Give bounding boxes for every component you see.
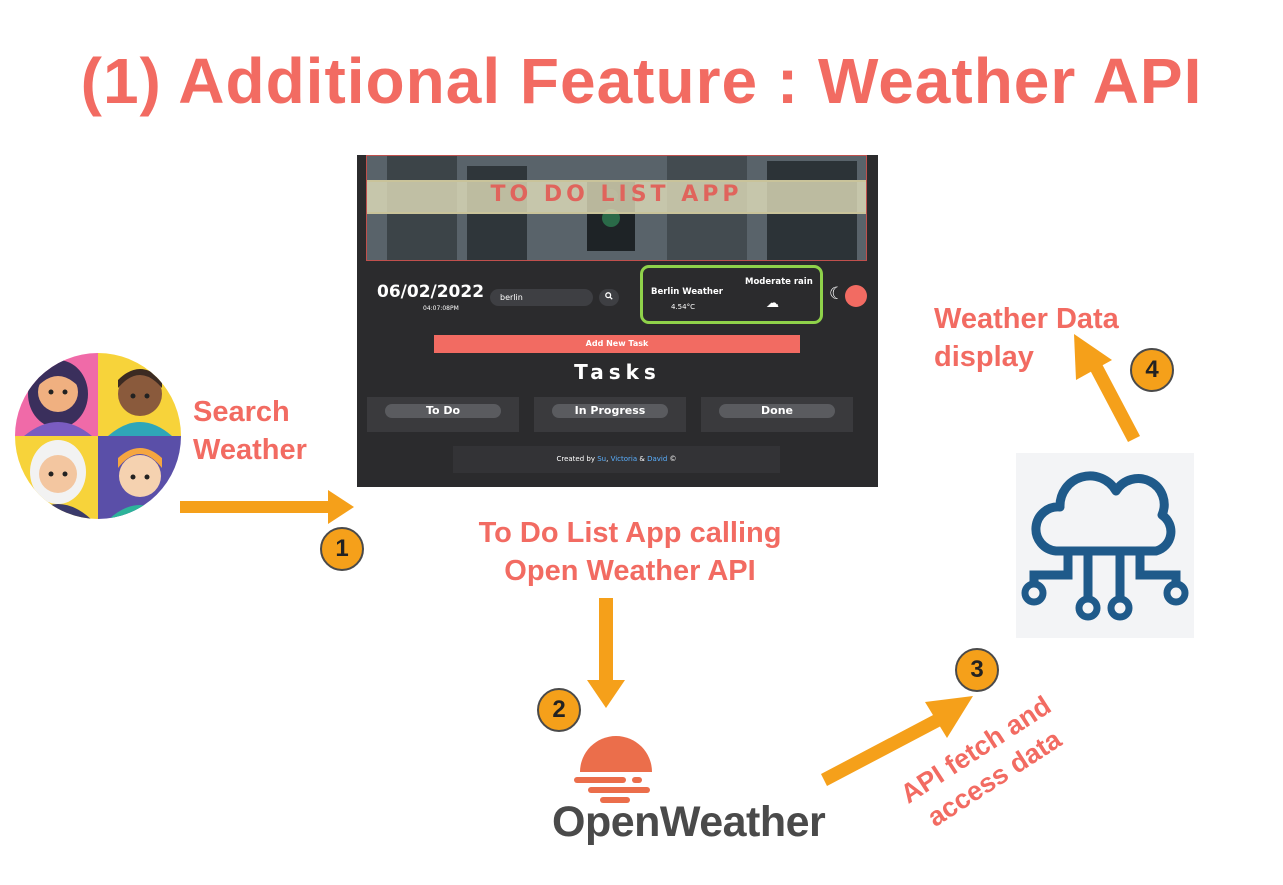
weather-condition: Moderate rain xyxy=(745,277,813,287)
column-in-progress: In Progress xyxy=(534,397,686,432)
column-todo-label: To Do xyxy=(385,404,501,418)
weather-temp: 4.54°C xyxy=(671,303,695,311)
weather-city: Berlin Weather xyxy=(651,287,723,297)
app-banner: TO DO LIST APP xyxy=(366,155,867,261)
page-title: (1) Additional Feature : Weather API xyxy=(80,45,1203,117)
column-todo: To Do xyxy=(367,397,519,432)
step-badge-3: 3 xyxy=(955,648,999,692)
user-avatars-icon xyxy=(15,353,181,519)
current-time: 04:07:08PM xyxy=(423,305,459,312)
cloud-network-icon xyxy=(1021,471,1189,621)
column-in-progress-label: In Progress xyxy=(552,404,668,418)
cloud-icon: ☁ xyxy=(766,295,779,310)
arrow-to-app xyxy=(180,490,354,524)
tasks-heading: Tasks xyxy=(574,360,661,384)
add-task-button[interactable]: Add New Task xyxy=(434,335,800,353)
footer-link-su[interactable]: Su xyxy=(597,455,606,463)
step-badge-2: 2 xyxy=(537,688,581,732)
arrow-to-openweather xyxy=(587,598,625,708)
openweather-logo-text: OpenWeather xyxy=(552,798,826,846)
step-badge-4: 4 xyxy=(1130,348,1174,392)
app-title: TO DO LIST APP xyxy=(490,182,743,207)
weather-widget: Berlin Weather 4.54°C Moderate rain ☁ xyxy=(640,265,823,324)
footer-link-victoria[interactable]: Victoria xyxy=(611,455,638,463)
weather-display-label: Weather Data display xyxy=(934,303,1119,373)
moon-icon: ☾ xyxy=(829,284,845,303)
column-done-label: Done xyxy=(719,404,835,418)
city-search-input[interactable]: berlin xyxy=(490,289,593,306)
app-footer: Created by Su, Victoria & David © xyxy=(453,446,780,473)
cloud-network-panel xyxy=(1016,453,1194,638)
search-icon xyxy=(605,292,613,300)
dark-mode-toggle[interactable] xyxy=(845,285,867,307)
column-done: Done xyxy=(701,397,853,432)
openweather-sun-icon xyxy=(574,736,652,803)
current-date: 06/02/2022 xyxy=(377,282,485,302)
footer-link-david[interactable]: David xyxy=(647,455,667,463)
todo-app-screenshot: TO DO LIST APP 06/02/2022 04:07:08PM ber… xyxy=(357,155,878,487)
calling-api-label: To Do List App calling Open Weather API xyxy=(478,517,782,587)
step-badge-1: 1 xyxy=(320,527,364,571)
search-weather-label: Search Weather xyxy=(193,396,307,466)
search-button[interactable] xyxy=(599,289,619,306)
